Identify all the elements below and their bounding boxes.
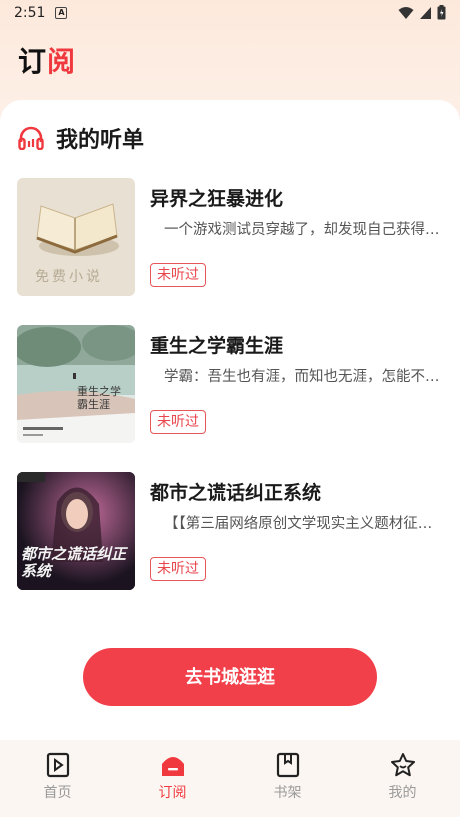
book-cover[interactable]: 都市之谎话纠正系统 — [17, 472, 135, 590]
tab-subscribe[interactable]: 订阅 — [115, 740, 230, 817]
tab-label: 订阅 — [158, 785, 187, 801]
book-item[interactable]: 重生之学霸生涯 重生之学霸生涯 学霸：吾生也有涯，而知也无涯，怎能不… 未听过 — [17, 325, 447, 443]
tab-label: 书架 — [273, 785, 302, 801]
book-cover[interactable]: 重生之学霸生涯 — [17, 325, 135, 443]
bottom-tab-bar: 首页 订阅 书架 我的 — [0, 740, 460, 817]
page-title-part1: 订 — [18, 45, 48, 78]
book-desc: 【【第三届网络原创文学现实主义题材征… — [164, 516, 433, 532]
status-badge: 未听过 — [150, 410, 206, 434]
book-title: 重生之学霸生涯 — [150, 335, 284, 357]
star-face-icon — [390, 753, 415, 777]
book-item[interactable]: 都市之谎话纠正系统 都市之谎话纠正系统 【【第三届网络原创文学现实主义题材征… … — [17, 472, 447, 590]
tab-mine[interactable]: 我的 — [345, 740, 460, 817]
book-desc: 学霸：吾生也有涯，而知也无涯，怎能不… — [164, 369, 440, 385]
section-header: 我的听单 — [18, 122, 144, 154]
book-title: 都市之谎话纠正系统 — [150, 482, 322, 504]
page-title-part2: 阅 — [47, 45, 77, 78]
wifi-icon — [398, 6, 414, 19]
cover-text: 免费小说 — [35, 269, 103, 285]
book-desc: 一个游戏测试员穿越了，却发现自己获得… — [164, 222, 440, 238]
cover-text: 重生之学霸生涯 — [77, 385, 121, 411]
notification-icon: A — [55, 7, 68, 19]
listen-list-card: 我的听单 免费小说 异界之狂暴进化 一个游戏测试员穿越了，却发现自己获得… 未听… — [0, 100, 460, 740]
status-bar: 2:51 A — [0, 0, 460, 26]
go-bookstore-button[interactable]: 去书城逛逛 — [83, 648, 377, 706]
subscribe-icon — [161, 757, 184, 776]
book-title: 异界之狂暴进化 — [150, 188, 284, 210]
signal-icon — [420, 6, 431, 19]
cover-art-lake — [17, 325, 135, 443]
tab-home[interactable]: 首页 — [0, 740, 115, 817]
status-badge: 未听过 — [150, 263, 206, 287]
bookshelf-icon — [276, 752, 299, 778]
status-time: 2:51 — [14, 5, 46, 21]
play-book-icon — [46, 752, 69, 778]
book-item[interactable]: 免费小说 异界之狂暴进化 一个游戏测试员穿越了，却发现自己获得… 未听过 — [17, 178, 447, 296]
tab-label: 首页 — [43, 785, 72, 801]
status-badge: 未听过 — [150, 557, 206, 581]
status-icons — [398, 5, 446, 20]
book-cover[interactable]: 免费小说 — [17, 178, 135, 296]
tab-bookshelf[interactable]: 书架 — [230, 740, 345, 817]
battery-icon — [437, 5, 446, 20]
section-title: 我的听单 — [56, 128, 145, 153]
headphones-icon — [18, 126, 44, 150]
cover-text: 都市之谎话纠正系统 — [21, 545, 127, 580]
tab-label: 我的 — [388, 785, 417, 801]
page-title: 订阅 — [18, 40, 76, 80]
